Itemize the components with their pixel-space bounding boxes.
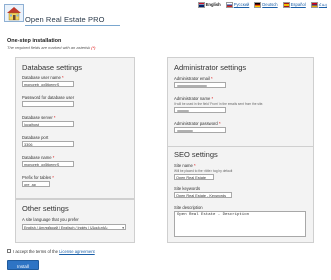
redacted-value [177, 130, 193, 132]
admin-settings-panel: Administrator settings Administrator ema… [167, 57, 314, 149]
db-port-input[interactable]: 3306 [22, 141, 74, 147]
other-settings-panel: Other settings A site language that you … [15, 199, 135, 243]
license-agree-text: I accept the terms of the License agreem… [13, 249, 95, 254]
header: Open Real Estate PRO English Русский Deu… [0, 0, 331, 30]
uk-flag-icon [197, 2, 205, 8]
admin-name-input[interactable] [174, 107, 226, 113]
armenia-flag-icon [310, 2, 318, 8]
site-description-label: Site description [174, 205, 203, 210]
db-password-input[interactable] [22, 101, 74, 107]
russia-flag-icon [225, 2, 233, 8]
chevron-down-icon: ▾ [122, 226, 124, 230]
house-logo-icon [4, 4, 24, 22]
germany-flag-icon [254, 2, 262, 8]
site-language-select[interactable]: English / Английский / Englisch / Inglés… [22, 224, 126, 230]
admin-password-label: Administrator password * [174, 121, 221, 126]
admin-email-input[interactable] [174, 82, 226, 88]
install-button[interactable]: Install [7, 260, 39, 270]
site-name-input[interactable]: Open Real Estate [174, 174, 214, 180]
language-switcher: English Русский Deutsch Español Հայ [197, 2, 327, 8]
language-german[interactable]: Deutsch [254, 2, 278, 8]
admin-name-hint: It will be used in the field 'From' in t… [174, 102, 264, 106]
database-settings-title: Database settings [22, 63, 83, 72]
redacted-value [177, 85, 207, 87]
database-settings-panel: Database settings Database user name * m… [15, 57, 135, 199]
site-language-label: A site language that you prefer [22, 217, 79, 222]
site-keywords-label: Site keywords [174, 186, 201, 191]
admin-name-label: Administrator name * [174, 96, 214, 101]
db-server-input[interactable]: localhost [22, 121, 74, 127]
db-user-label: Database user name * [22, 75, 64, 80]
db-server-label: Database server * [22, 115, 56, 120]
brand-name: Open Real Estate PRO [25, 15, 105, 24]
site-name-hint: Will be placed to the <title> tag by def… [174, 169, 233, 173]
seo-settings-panel: SEO settings Site name * Will be placed … [167, 146, 314, 243]
page-title: One-step installation [7, 38, 62, 44]
language-russian[interactable]: Русский [225, 2, 249, 8]
spain-flag-icon [282, 2, 290, 8]
admin-settings-title: Administrator settings [174, 63, 247, 72]
admin-password-input[interactable] [174, 127, 226, 133]
db-port-label: Database port [22, 135, 49, 140]
redacted-value [177, 110, 189, 112]
db-name-input[interactable]: monoreb_ox5tkemrS [22, 161, 74, 167]
db-name-label: Database name * [22, 155, 55, 160]
db-prefix-input[interactable]: ore_ap_ [22, 181, 50, 187]
language-english[interactable]: English [197, 2, 221, 8]
required-marker: (*) [91, 45, 96, 50]
db-user-input[interactable]: monoreb_ox5tkemrS [22, 81, 74, 87]
required-note: The required fields are marked with an a… [7, 45, 96, 50]
license-agreement-link[interactable]: License agreement [59, 249, 95, 254]
db-password-label: Password for database user [22, 95, 75, 100]
db-prefix-label: Prefix for tables * [22, 175, 54, 180]
brand-underline [25, 25, 120, 26]
seo-settings-title: SEO settings [174, 150, 218, 159]
site-description-textarea[interactable]: Open Real Estate - Description [174, 211, 306, 237]
admin-email-label: Administrator email * [174, 76, 213, 81]
license-agree-checkbox[interactable] [7, 249, 11, 253]
language-armenian[interactable]: Հայ [310, 2, 327, 8]
site-keywords-input[interactable]: Open Real Estate - Keywords [174, 192, 232, 198]
site-name-label: Site name * [174, 163, 196, 168]
other-settings-title: Other settings [22, 204, 69, 213]
language-spanish[interactable]: Español [282, 2, 306, 8]
